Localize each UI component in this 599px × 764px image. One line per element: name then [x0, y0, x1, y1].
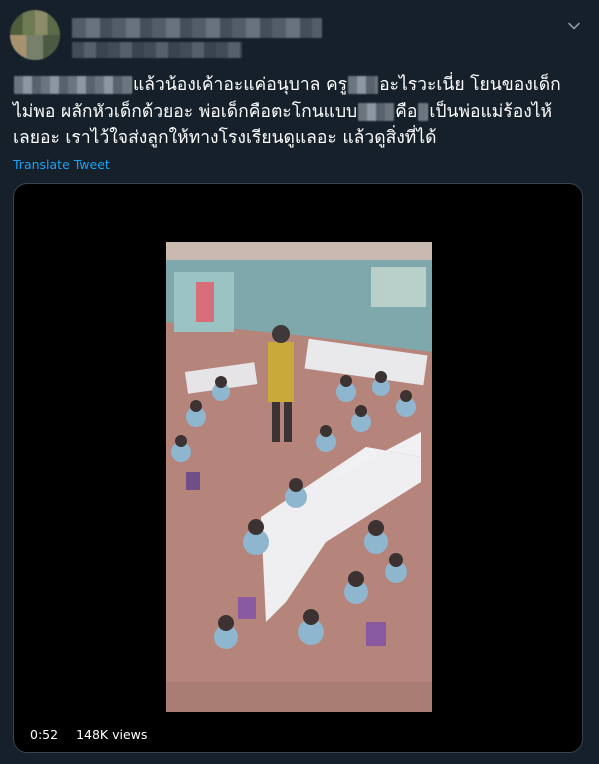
tweet-line-3: เลยอะ เราไว้ใจส่งลูกให้ทางโรงเรียนดูแลอะ… [13, 125, 583, 152]
redacted-text [14, 76, 132, 94]
author-name-redacted[interactable] [72, 18, 322, 38]
tweet-line-1-part-a: แล้วน้องเค้าอะแค่อนุบาล ครู [133, 75, 348, 95]
tweet-line-1-part-b: อะไรวะเนี่ย โยนของเด็ก [379, 75, 561, 95]
video-meta: 0:52 148K views [30, 727, 161, 742]
tweet-line-2-part-c: เป็นพ่อแม่ร้องไห้ [429, 101, 553, 122]
video-views: 148K views [76, 727, 148, 742]
tweet-line-3-text: เลยอะ เราไว้ใจส่งลูกให้ทางโรงเรียนดูแลอะ… [13, 128, 437, 148]
video-player[interactable]: 0:52 148K views [13, 183, 583, 753]
avatar[interactable] [10, 10, 60, 60]
video-duration: 0:52 [30, 727, 59, 742]
redacted-text [358, 102, 395, 121]
tweet-line-2-part-a: ไม่พอ ผลักหัวเด็กด้วยอะ พ่อเด็กคือตะโกนแ… [13, 101, 358, 122]
redacted-text [418, 102, 429, 121]
chevron-down-icon[interactable] [566, 18, 582, 34]
tweet-line-2-part-b: คือ [395, 101, 418, 122]
tweet-line-2: ไม่พอ ผลักหัวเด็กด้วยอะ พ่อเด็กคือตะโกนแ… [13, 99, 583, 126]
redacted-text [348, 76, 379, 94]
author-handle-redacted [72, 42, 242, 58]
tweet-text: แล้วน้องเค้าอะแค่อนุบาล ครู อะไรวะเนี่ย โ… [13, 72, 583, 152]
tweet-line-1: แล้วน้องเค้าอะแค่อนุบาล ครู อะไรวะเนี่ย โ… [13, 72, 583, 99]
translate-tweet-link[interactable]: Translate Tweet [13, 157, 110, 172]
tweet-card: แล้วน้องเค้าอะแค่อนุบาล ครู อะไรวะเนี่ย โ… [0, 0, 599, 764]
classroom-video-still [166, 242, 432, 712]
video-frame[interactable] [166, 242, 432, 712]
